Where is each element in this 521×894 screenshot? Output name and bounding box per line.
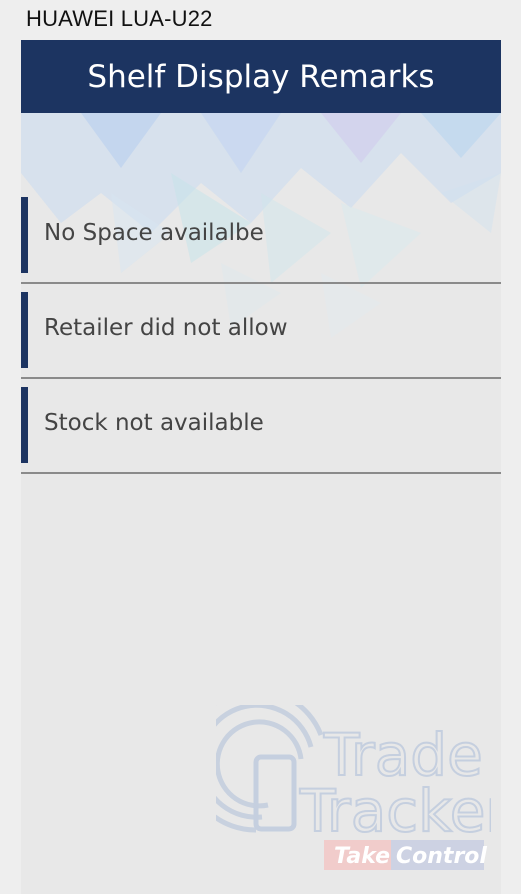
remark-item-stock-not-available[interactable]: Stock not available (21, 387, 501, 482)
tagline-control: Control (396, 844, 487, 869)
remark-item-retailer-not-allow[interactable]: Retailer did not allow (21, 292, 501, 387)
remark-label: Stock not available (44, 410, 264, 436)
list-item-accent (21, 387, 28, 463)
remark-item-no-space[interactable]: No Space availalbe (21, 197, 501, 292)
page-title: Shelf Display Remarks (87, 58, 435, 95)
remarks-list: No Space availalbe Retailer did not allo… (21, 197, 501, 482)
logo-line2: Tracker (299, 777, 491, 845)
divider (21, 282, 501, 284)
remark-label: No Space availalbe (44, 220, 264, 246)
remark-label: Retailer did not allow (44, 315, 288, 341)
list-item-accent (21, 197, 28, 273)
app-header: Shelf Display Remarks (21, 40, 501, 113)
divider (21, 472, 501, 474)
list-item-accent (21, 292, 28, 368)
app-screen: Shelf Display Remarks No Space availalbe… (21, 40, 501, 894)
divider (21, 377, 501, 379)
tagline-take: Take (334, 844, 390, 869)
device-model-label: HUAWEI LUA-U22 (26, 6, 213, 31)
trade-tracker-logo: Trade Tracker Take Control (216, 705, 491, 870)
